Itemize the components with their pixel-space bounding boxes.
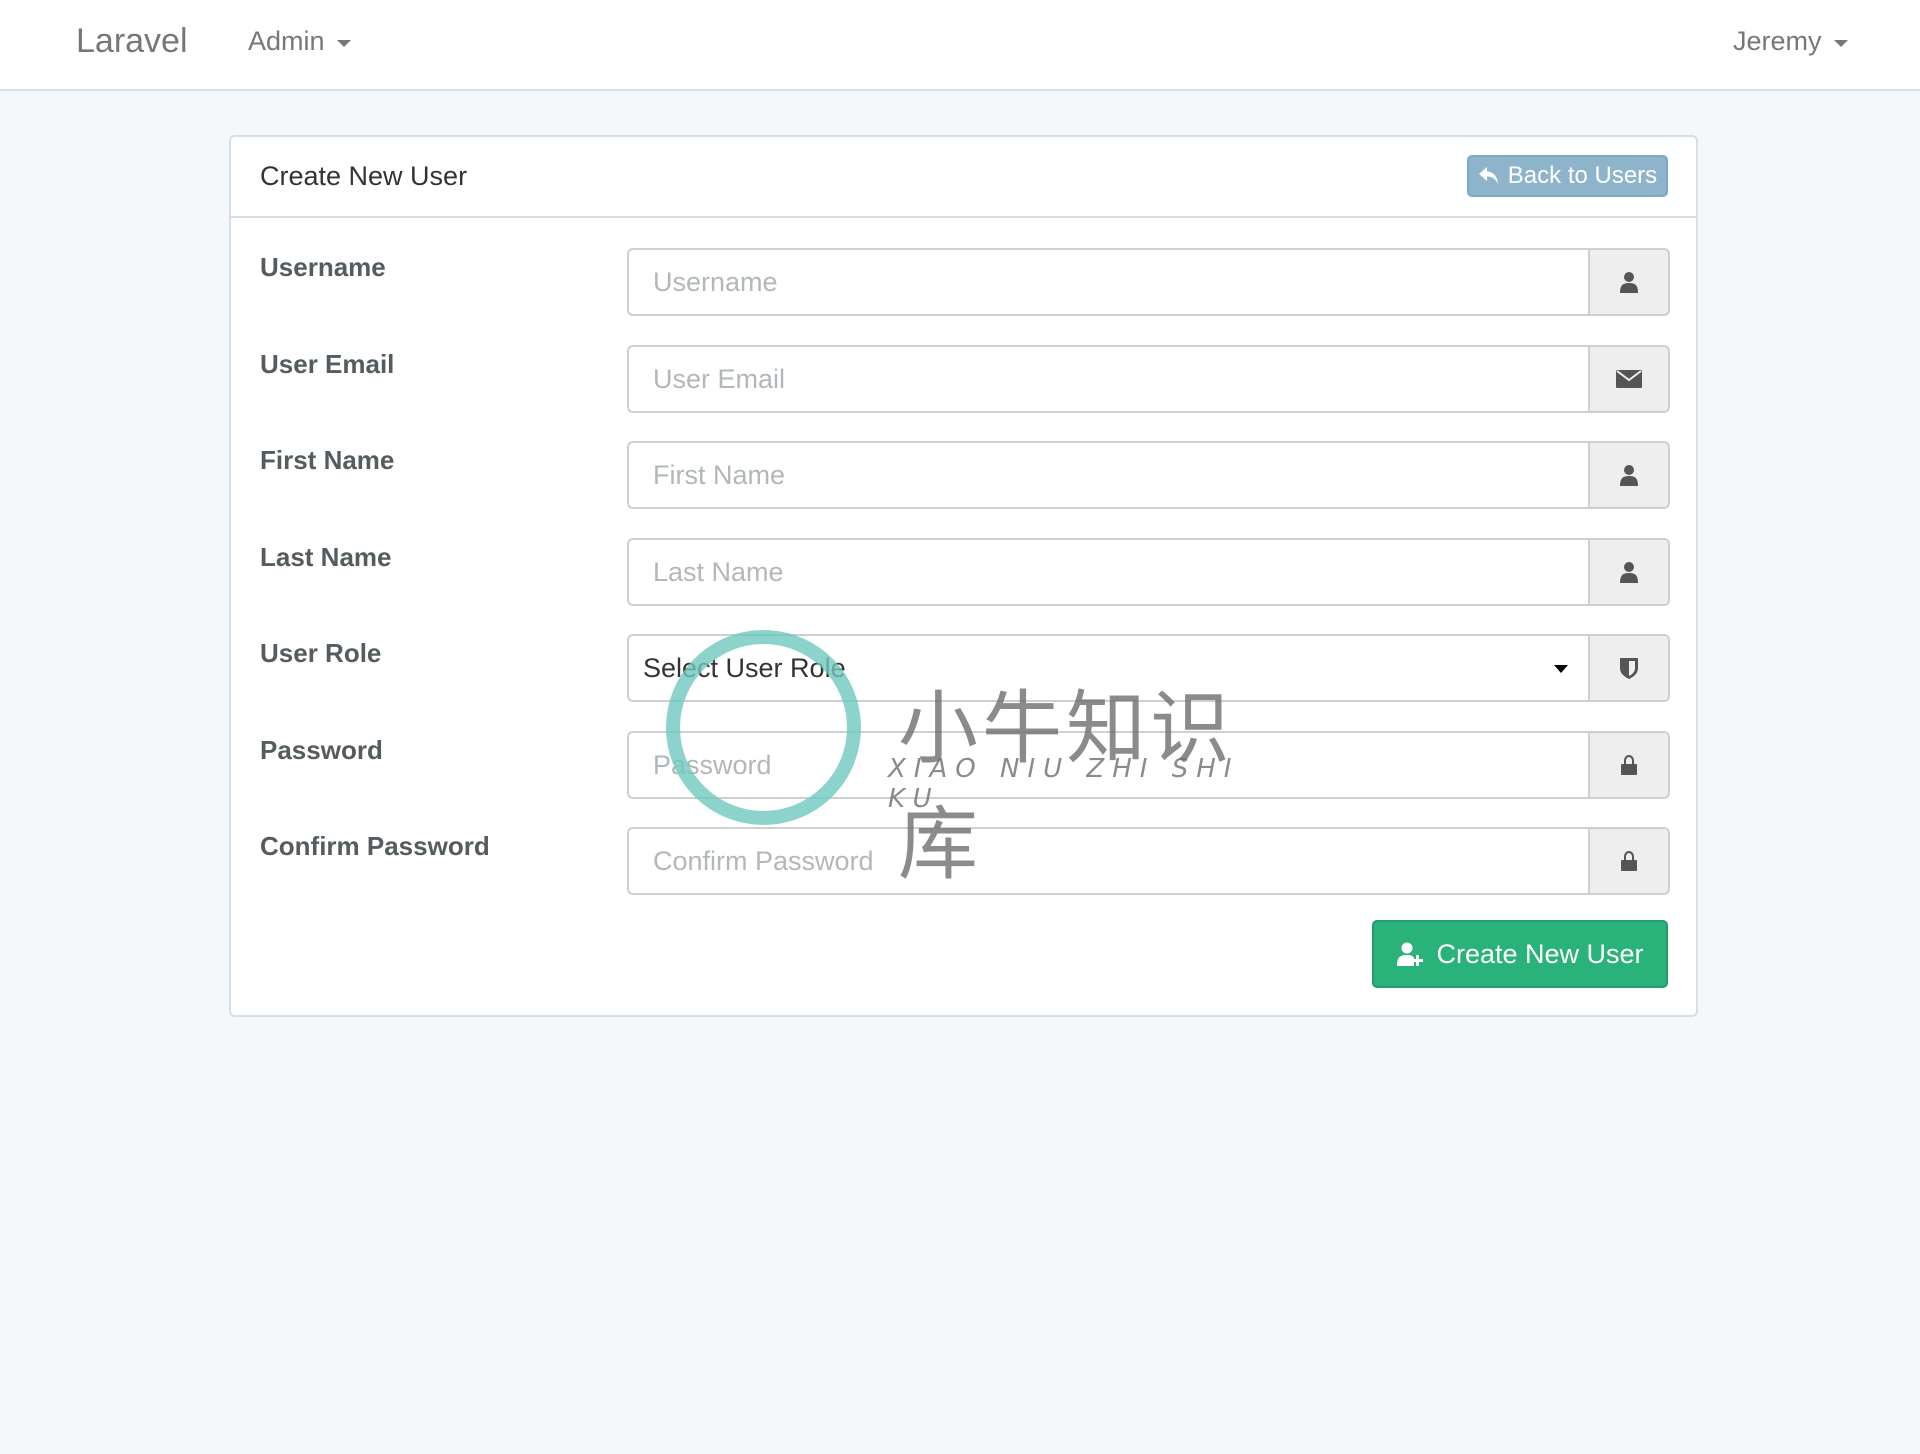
user-plus-icon xyxy=(1397,942,1424,966)
user-menu-dropdown[interactable]: Jeremy xyxy=(1733,26,1848,57)
username-addon xyxy=(1588,248,1670,316)
password-addon xyxy=(1588,731,1670,799)
user-menu-label: Jeremy xyxy=(1733,26,1822,56)
email-input-group xyxy=(627,345,1670,413)
password-input[interactable] xyxy=(627,731,1588,799)
shield-icon xyxy=(1620,658,1638,679)
username-input-group xyxy=(627,248,1670,316)
lock-icon xyxy=(1621,755,1637,775)
user-icon xyxy=(1620,272,1638,293)
form-row-username: Username xyxy=(231,248,1696,316)
user-icon xyxy=(1620,465,1638,486)
first-name-addon xyxy=(1588,441,1670,509)
back-to-users-label: Back to Users xyxy=(1507,162,1658,189)
confirm-password-label: Confirm Password xyxy=(260,831,490,861)
form-row-password: Password xyxy=(231,731,1696,799)
user-role-select[interactable]: Select User Role xyxy=(627,634,1588,702)
user-role-label: User Role xyxy=(260,638,382,668)
email-addon xyxy=(1588,345,1670,413)
panel-heading: Create New User Back to Users xyxy=(231,137,1696,218)
form-row-last-name: Last Name xyxy=(231,538,1696,606)
create-new-user-label: Create New User xyxy=(1436,938,1644,969)
caret-down-icon xyxy=(1833,40,1848,47)
envelope-icon xyxy=(1616,370,1642,388)
create-user-panel: Create New User Back to Users Username U… xyxy=(229,135,1698,1017)
confirm-password-addon xyxy=(1588,827,1670,895)
username-label: Username xyxy=(260,252,386,282)
first-name-input-group xyxy=(627,441,1670,509)
password-label: Password xyxy=(260,735,383,765)
first-name-label: First Name xyxy=(260,445,395,475)
user-role-addon xyxy=(1588,634,1670,702)
form-row-first-name: First Name xyxy=(231,441,1696,509)
confirm-password-input[interactable] xyxy=(627,827,1588,895)
last-name-input[interactable] xyxy=(627,538,1588,606)
reply-icon xyxy=(1478,167,1498,184)
admin-menu-label: Admin xyxy=(248,26,325,56)
form-row-confirm-password: Confirm Password xyxy=(231,827,1696,895)
last-name-label: Last Name xyxy=(260,542,392,572)
confirm-password-input-group xyxy=(627,827,1670,895)
admin-menu-dropdown[interactable]: Admin xyxy=(248,26,351,57)
password-input-group xyxy=(627,731,1670,799)
first-name-input[interactable] xyxy=(627,441,1588,509)
email-input[interactable] xyxy=(627,345,1588,413)
user-role-selected-value: Select User Role xyxy=(643,652,846,683)
back-to-users-button[interactable]: Back to Users xyxy=(1467,155,1668,197)
create-new-user-button[interactable]: Create New User xyxy=(1372,920,1668,988)
lock-icon xyxy=(1621,851,1637,871)
top-navbar: Laravel Admin Jeremy xyxy=(0,0,1920,91)
caret-down-icon xyxy=(336,40,351,47)
user-role-input-group: Select User Role xyxy=(627,634,1670,702)
username-input[interactable] xyxy=(627,248,1588,316)
brand-link[interactable]: Laravel xyxy=(76,22,188,61)
user-icon xyxy=(1620,562,1638,583)
panel-title: Create New User xyxy=(260,161,468,191)
form-row-email: User Email xyxy=(231,345,1696,413)
form-row-user-role: User Role Select User Role xyxy=(231,634,1696,702)
caret-down-icon xyxy=(1554,665,1568,673)
last-name-input-group xyxy=(627,538,1670,606)
email-label: User Email xyxy=(260,349,395,379)
last-name-addon xyxy=(1588,538,1670,606)
